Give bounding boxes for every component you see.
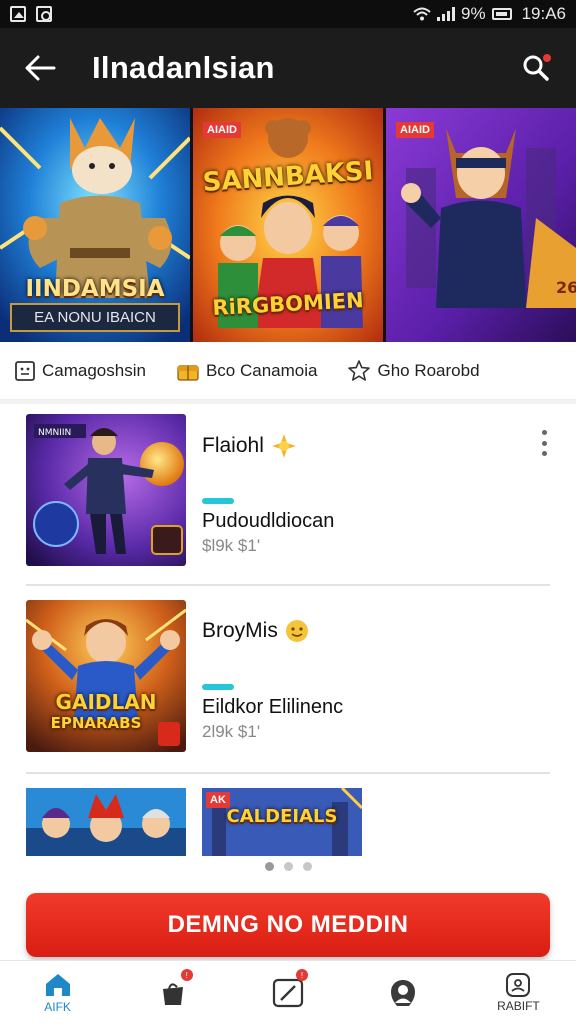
- item-title-text: BroyMis: [202, 619, 278, 642]
- list-item-2-meta: 2l9k $1': [202, 722, 261, 741]
- pagination-dots: [0, 862, 576, 871]
- gift-icon: [177, 364, 199, 381]
- featured-banner-row: IINDAMSIA EA NONU IBAICN AIAID SANNBAKSI: [0, 108, 576, 342]
- app-bar: Ilnadanlsian: [0, 28, 576, 108]
- category-label: Bco Canamoia: [205, 360, 318, 380]
- category-row: Camagoshsin Bco Canamoia Gho Roarobd: [0, 342, 576, 400]
- list-item-2-thumbnail: GAIDLAN EPNARABS: [26, 600, 186, 752]
- list-item-1-subtitle: Pudoudldiocan: [202, 510, 335, 532]
- back-button[interactable]: [20, 48, 60, 88]
- sparkle-icon: [271, 434, 296, 458]
- banner-3-tag: AIAID: [396, 122, 434, 138]
- clock: 19:A6: [521, 4, 566, 23]
- battery-icon: [491, 8, 512, 20]
- list-item-2-subtitle: Eildkor Elilinenc: [202, 696, 344, 718]
- page-dot[interactable]: [283, 862, 293, 871]
- bottom-nav: AIFK ! ! RABIFT: [0, 960, 576, 1024]
- image-notification-icon: [10, 6, 26, 22]
- notification-badge: !: [296, 969, 308, 981]
- mini-thumb-2-title: CALDEIALS: [226, 806, 338, 827]
- smile-emoji-icon: [285, 620, 308, 642]
- svg-text:NMNIIN: NMNIIN: [38, 428, 71, 438]
- nav-profile[interactable]: [346, 961, 461, 1024]
- list-item-2[interactable]: GAIDLAN EPNARABS BroyMis Eildkor Eliline…: [26, 600, 550, 752]
- grid-icon: [15, 360, 35, 381]
- search-button[interactable]: [516, 48, 556, 88]
- svg-text:26: 26: [556, 278, 576, 297]
- page-dot[interactable]: [264, 862, 274, 871]
- nav-edit[interactable]: !: [230, 961, 345, 1024]
- more-games-row: AK CALDEIALS: [26, 788, 362, 856]
- notification-badge: !: [180, 969, 193, 981]
- list-divider: [26, 584, 550, 586]
- list-divider: [26, 772, 550, 774]
- list-item-2-thumb-title: GAIDLAN: [55, 690, 157, 714]
- list-item-1-body: Flaiohl Pudoudldiocan $l9k $1': [202, 414, 550, 566]
- category-tag-bar: [202, 498, 234, 504]
- category-label: Gho Roarobd: [377, 360, 480, 380]
- category-item-3[interactable]: Gho Roarobd: [347, 359, 480, 383]
- page-title: Ilnadanlsian: [92, 50, 275, 85]
- category-label: Camagoshsin: [42, 360, 146, 380]
- nav-home[interactable]: AIFK: [0, 961, 115, 1024]
- mini-thumb-2[interactable]: AK CALDEIALS: [202, 788, 362, 856]
- bag-icon: [162, 982, 183, 1005]
- more-options-button[interactable]: [536, 428, 552, 458]
- list-item-2-thumb-subtitle: EPNARABS: [50, 714, 142, 732]
- banner-1-subtitle: EA NONU IBAICN: [10, 303, 180, 332]
- banner-card-2[interactable]: AIAID SANNBAKSI RiRGBOMIEN: [193, 108, 383, 342]
- banner-2-tag: AIAID: [203, 122, 241, 138]
- list-item-2-title: BroyMis: [202, 618, 310, 644]
- nav-account[interactable]: RABIFT: [461, 961, 576, 1024]
- space-warrior-artwork: NMNIIN: [26, 414, 186, 566]
- wifi-icon: [413, 7, 431, 21]
- star-icon: [348, 359, 371, 381]
- nav-label: RABIFT: [497, 998, 540, 1013]
- battery-percent: 9%: [460, 4, 486, 23]
- category-item-2[interactable]: Bco Canamoia: [176, 360, 318, 382]
- arrow-left-icon: [25, 55, 56, 81]
- list-item-1-title: Flaiohl: [202, 432, 298, 460]
- ninja-heroine-artwork: 26: [386, 108, 576, 342]
- mini-thumb-1[interactable]: [26, 788, 186, 856]
- notification-dot: [543, 54, 551, 62]
- edit-icon: [272, 978, 304, 1007]
- account-icon: [506, 972, 531, 997]
- list-item-1[interactable]: NMNIIN Flaiohl Pudoudldiocan $l9k $1': [26, 414, 550, 566]
- list-item-1-meta: $l9k $1': [202, 536, 261, 555]
- nav-bag[interactable]: !: [115, 961, 230, 1024]
- list-item-2-body: BroyMis Eildkor Elilinenc 2l9k $1': [202, 600, 550, 752]
- banner-1-title: IINDAMSIA: [25, 276, 165, 302]
- party-heroes-artwork: [26, 788, 186, 856]
- section-divider: [0, 400, 576, 404]
- list-item-1-thumbnail: NMNIIN: [26, 414, 186, 566]
- banner-card-1[interactable]: IINDAMSIA EA NONU IBAICN: [0, 108, 190, 342]
- home-icon: [45, 973, 70, 996]
- banner-card-3[interactable]: 26 AIAID: [386, 108, 576, 342]
- signal-icon: [436, 7, 455, 21]
- item-title-text: Flaiohl: [202, 434, 264, 457]
- page-dot[interactable]: [302, 862, 312, 871]
- category-tag-bar: [202, 684, 234, 690]
- status-bar: 9% 19:A6: [0, 0, 576, 28]
- nav-label: AIFK: [44, 999, 71, 1014]
- profile-icon: [391, 979, 416, 1006]
- message-notification-icon: [36, 6, 52, 22]
- category-item-1[interactable]: Camagoshsin: [14, 360, 146, 382]
- primary-cta-button[interactable]: DEMNG NO MEDDIN: [26, 893, 550, 957]
